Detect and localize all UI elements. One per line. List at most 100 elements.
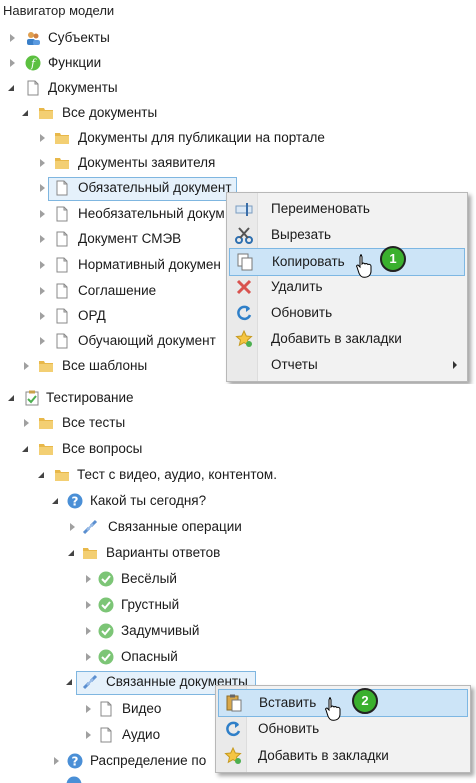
expand-arrow-icon[interactable] <box>86 731 91 739</box>
scissors-icon <box>235 227 253 244</box>
tree-item-all-templates[interactable]: Все шаблоны <box>0 354 230 378</box>
expand-arrow-icon[interactable] <box>40 287 45 295</box>
tree-item-all-questions[interactable]: Все вопросы <box>0 437 300 461</box>
menu-item-refresh[interactable]: Обновить <box>229 300 465 326</box>
expand-arrow-icon[interactable] <box>86 601 91 609</box>
menu-item-cut[interactable]: Вырезать <box>229 222 465 248</box>
context-menu-document: Переименовать Вырезать Копировать Удалит… <box>226 192 468 382</box>
tree-item-smev-doc[interactable]: Документ СМЭВ <box>0 227 230 251</box>
delete-icon <box>236 279 252 295</box>
tree-item-linked-operations[interactable]: Связанные операции <box>0 515 300 539</box>
context-menu-linked-documents: Вставить Обновить Добавить в закладки <box>215 685 471 773</box>
hand-cursor-icon <box>356 254 372 278</box>
expand-arrow-icon[interactable] <box>86 575 91 583</box>
menu-item-rename[interactable]: Переименовать <box>229 196 465 222</box>
collapse-arrow-icon[interactable] <box>8 395 14 401</box>
tree-item-documents[interactable]: Документы <box>0 76 300 100</box>
menu-item-delete[interactable]: Удалить <box>229 274 465 300</box>
tree-item-label: Документы заявителя <box>78 155 216 170</box>
tree-item-label: Тестирование <box>46 390 134 405</box>
expand-arrow-icon[interactable] <box>40 337 45 345</box>
expand-arrow-icon[interactable] <box>40 261 45 269</box>
expand-arrow-icon[interactable] <box>40 134 45 142</box>
tree-item-normative-doc[interactable]: Нормативный докумен <box>0 253 230 277</box>
tree-item-label: Необязательный докум <box>78 206 225 221</box>
menu-item-add-bookmark[interactable]: Добавить в закладки <box>218 743 468 769</box>
expand-arrow-icon[interactable] <box>40 159 45 167</box>
tree-item-video[interactable]: Видео <box>0 697 210 721</box>
collapse-arrow-icon[interactable] <box>38 472 44 478</box>
step-badge: 2 <box>352 688 378 714</box>
expand-arrow-icon[interactable] <box>40 235 45 243</box>
tree-item-answer-thoughtful[interactable]: Задумчивый <box>0 619 300 643</box>
tree-item-publication-docs[interactable]: Документы для публикации на портале <box>0 126 340 150</box>
expand-arrow-icon[interactable] <box>40 312 45 320</box>
expand-arrow-icon[interactable] <box>54 757 59 765</box>
tree-item-mandatory-doc[interactable]: Обязательный документ <box>0 176 240 200</box>
tree-item-applicant-docs[interactable]: Документы заявителя <box>0 151 300 175</box>
tree-item-label: Грустный <box>121 597 180 612</box>
menu-item-label: Добавить в закладки <box>271 331 402 346</box>
folder-icon <box>55 133 69 144</box>
tree-item-all-documents[interactable]: Все документы <box>0 101 300 125</box>
tree-item-all-tests[interactable]: Все тесты <box>0 411 300 435</box>
bookmark-star-icon <box>224 747 242 764</box>
tree-item-agreement[interactable]: Соглашение <box>0 279 230 303</box>
expand-arrow-icon[interactable] <box>40 210 45 218</box>
collapse-arrow-icon[interactable] <box>66 679 72 685</box>
expand-arrow-icon[interactable] <box>70 523 75 531</box>
expand-arrow-icon[interactable] <box>86 627 91 635</box>
menu-item-refresh[interactable]: Обновить <box>218 716 468 742</box>
collapse-arrow-icon[interactable] <box>68 550 74 556</box>
tree-item-label: Документ СМЭВ <box>78 231 182 246</box>
tree-item-optional-doc[interactable]: Необязательный докум <box>0 202 230 226</box>
menu-item-copy[interactable]: Копировать <box>229 248 465 276</box>
collapse-arrow-icon[interactable] <box>8 85 14 91</box>
check-circle-icon <box>98 649 114 665</box>
tree-item-label: Варианты ответов <box>106 545 221 560</box>
check-circle-icon <box>98 623 114 639</box>
menu-item-label: Обновить <box>258 721 320 736</box>
menu-item-paste[interactable]: Вставить <box>218 689 468 717</box>
menu-item-reports[interactable]: Отчеты <box>229 352 465 378</box>
collapse-arrow-icon[interactable] <box>22 110 28 116</box>
tree-item-test-video-audio[interactable]: Тест с видео, аудио, контентом. <box>0 463 320 487</box>
tree-item-answer-sad[interactable]: Грустный <box>0 593 300 617</box>
expand-arrow-icon[interactable] <box>24 419 29 427</box>
folder-open-icon <box>39 108 53 119</box>
expand-arrow-icon[interactable] <box>86 705 91 713</box>
menu-item-label: Вырезать <box>271 227 332 242</box>
refresh-icon <box>226 721 241 737</box>
expand-arrow-icon[interactable] <box>10 34 15 42</box>
folder-icon <box>39 361 53 372</box>
tree-item-answer-cheerful[interactable]: Весёлый <box>0 567 300 591</box>
expand-arrow-icon[interactable] <box>10 59 15 67</box>
submenu-arrow-icon <box>453 361 457 369</box>
tree-item-label: Опасный <box>121 649 178 664</box>
tree-item-testing[interactable]: Тестирование <box>0 386 300 410</box>
refresh-icon <box>237 305 252 321</box>
tree-item-functions[interactable]: f Функции <box>0 51 300 75</box>
expand-arrow-icon[interactable] <box>24 362 29 370</box>
tree-item-answer-options[interactable]: Варианты ответов <box>0 541 300 565</box>
tree-item-label: Все шаблоны <box>62 358 148 373</box>
menu-item-label: Добавить в закладки <box>258 748 389 763</box>
tree-item-distribution[interactable]: ? Распределение по <box>0 749 215 773</box>
menu-item-add-bookmark[interactable]: Добавить в закладки <box>229 326 465 352</box>
document-icon <box>27 80 39 96</box>
folder-icon <box>55 158 69 169</box>
tree-item-audio[interactable]: Аудио <box>0 723 210 747</box>
tree-item-ord[interactable]: ОРД <box>0 304 230 328</box>
expand-arrow-icon[interactable] <box>86 653 91 661</box>
expand-arrow-icon[interactable] <box>40 184 45 192</box>
collapse-arrow-icon[interactable] <box>22 446 28 452</box>
document-icon <box>56 333 68 349</box>
link-icon <box>82 674 98 690</box>
collapse-arrow-icon[interactable] <box>52 498 58 504</box>
tree-item-answer-dangerous[interactable]: Опасный <box>0 645 300 669</box>
tree-item-label: Документы <box>48 80 118 95</box>
tree-item-question-how-are-you[interactable]: ? Какой ты сегодня? <box>0 489 300 513</box>
document-icon <box>100 727 112 743</box>
tree-item-training-doc[interactable]: Обучающий документ <box>0 329 230 353</box>
tree-item-subjects[interactable]: Субъекты <box>0 26 300 50</box>
